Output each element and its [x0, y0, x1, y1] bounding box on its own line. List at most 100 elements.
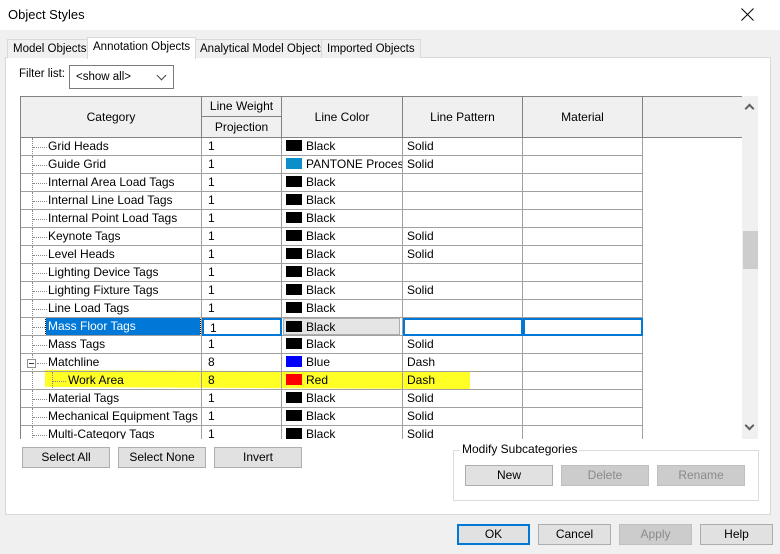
cell-material[interactable] — [523, 138, 643, 156]
cell-line-weight[interactable]: 8 — [202, 372, 282, 390]
cell-material[interactable] — [523, 426, 643, 439]
cell-line-weight[interactable]: 1 — [202, 246, 282, 264]
cell-category[interactable]: Level Heads — [21, 246, 202, 264]
header-projection[interactable]: Projection — [202, 117, 282, 138]
cell-material[interactable] — [523, 174, 643, 192]
cell-category[interactable]: Guide Grid — [21, 156, 202, 174]
cell-line-pattern[interactable]: Solid — [403, 138, 523, 156]
cell-category[interactable]: Lighting Fixture Tags — [21, 282, 202, 300]
cell-line-color[interactable]: Black — [282, 336, 403, 354]
header-line-color[interactable]: Line Color — [282, 97, 403, 138]
cell-material[interactable] — [523, 264, 643, 282]
cell-line-pattern[interactable]: Solid — [403, 390, 523, 408]
table-row[interactable]: Line Load Tags 1 Black — [21, 300, 643, 318]
cell-line-weight[interactable]: 1 — [202, 300, 282, 318]
table-row[interactable]: Lighting Fixture Tags 1 Black Solid — [21, 282, 643, 300]
cell-material[interactable] — [523, 372, 643, 390]
cell-line-pattern[interactable]: Solid — [403, 408, 523, 426]
cell-line-color[interactable]: Black — [282, 408, 403, 426]
cell-line-weight[interactable]: 1 — [202, 192, 282, 210]
cell-line-color[interactable]: PANTONE Process — [282, 156, 403, 174]
cell-category[interactable]: Internal Area Load Tags — [21, 174, 202, 192]
cell-material[interactable] — [523, 156, 643, 174]
select-all-button[interactable]: Select All — [22, 447, 110, 468]
cell-line-weight[interactable]: 1 — [202, 228, 282, 246]
table-row[interactable]: Work Area 8 Red Dash — [21, 372, 643, 390]
cell-category[interactable]: Internal Point Load Tags — [21, 210, 202, 228]
cell-line-pattern[interactable] — [403, 264, 523, 282]
rename-subcategory-button[interactable]: Rename — [657, 465, 745, 486]
cell-line-color[interactable]: Black — [282, 138, 403, 156]
table-row[interactable]: Mass Floor Tags 1 Black — [21, 318, 643, 336]
cell-line-pattern[interactable]: Solid — [403, 246, 523, 264]
table-row[interactable]: Internal Line Load Tags 1 Black — [21, 192, 643, 210]
cell-line-weight[interactable]: 1 — [202, 282, 282, 300]
cell-line-pattern[interactable] — [403, 300, 523, 318]
invert-button[interactable]: Invert — [214, 447, 302, 468]
cell-line-color[interactable]: Black — [282, 174, 403, 192]
cell-line-weight[interactable]: 1 — [202, 156, 282, 174]
cell-line-weight[interactable]: 1 — [202, 174, 282, 192]
cell-line-weight[interactable]: 1 — [202, 318, 282, 336]
cell-category[interactable]: Multi-Category Tags — [21, 426, 202, 439]
new-subcategory-button[interactable]: New — [465, 465, 553, 486]
cell-material[interactable] — [523, 246, 643, 264]
cell-material[interactable] — [523, 354, 643, 372]
cell-line-weight[interactable]: 1 — [202, 336, 282, 354]
cell-line-pattern[interactable]: Dash — [403, 372, 523, 390]
cell-line-pattern[interactable] — [403, 210, 523, 228]
table-row[interactable]: Mass Tags 1 Black Solid — [21, 336, 643, 354]
cell-category[interactable]: Keynote Tags — [21, 228, 202, 246]
delete-subcategory-button[interactable]: Delete — [561, 465, 649, 486]
cell-line-pattern[interactable] — [403, 174, 523, 192]
header-category[interactable]: Category — [21, 97, 202, 138]
ok-button[interactable]: OK — [457, 524, 530, 545]
table-row[interactable]: Keynote Tags 1 Black Solid — [21, 228, 643, 246]
scroll-thumb[interactable] — [743, 231, 758, 269]
cell-line-pattern[interactable]: Solid — [403, 426, 523, 439]
cell-line-pattern[interactable]: Solid — [403, 228, 523, 246]
cell-category[interactable]: Line Load Tags — [21, 300, 202, 318]
cell-line-color[interactable]: Red — [282, 372, 403, 390]
select-none-button[interactable]: Select None — [118, 447, 206, 468]
table-row[interactable]: Internal Area Load Tags 1 Black — [21, 174, 643, 192]
cell-line-pattern[interactable] — [403, 192, 523, 210]
cancel-button[interactable]: Cancel — [538, 524, 611, 545]
cell-line-color[interactable]: Black — [282, 192, 403, 210]
cell-line-color[interactable]: Black — [282, 390, 403, 408]
table-row[interactable]: Matchline 8 Blue Dash — [21, 354, 643, 372]
cell-line-color[interactable]: Black — [282, 300, 403, 318]
header-line-pattern[interactable]: Line Pattern — [403, 97, 523, 138]
cell-line-pattern[interactable] — [403, 318, 523, 336]
cell-line-weight[interactable]: 8 — [202, 354, 282, 372]
grid-vertical-scrollbar[interactable] — [742, 96, 758, 439]
cell-category[interactable]: Mechanical Equipment Tags — [21, 408, 202, 426]
table-row[interactable]: Grid Heads 1 Black Solid — [21, 138, 643, 156]
cell-line-weight[interactable]: 1 — [202, 138, 282, 156]
cell-material[interactable] — [523, 408, 643, 426]
table-row[interactable]: Guide Grid 1 PANTONE Process Solid — [21, 156, 643, 174]
tab-imported-objects[interactable]: Imported Objects — [321, 39, 421, 58]
cell-material[interactable] — [523, 228, 643, 246]
cell-material[interactable] — [523, 300, 643, 318]
cell-line-pattern[interactable]: Dash — [403, 354, 523, 372]
cell-line-color[interactable]: Blue — [282, 354, 403, 372]
scroll-up-icon[interactable] — [744, 103, 755, 114]
tab-model-objects[interactable]: Model Objects — [7, 39, 93, 58]
cell-material[interactable] — [523, 210, 643, 228]
cell-line-color[interactable]: Black — [282, 246, 403, 264]
help-button[interactable]: Help — [700, 524, 773, 545]
line-color-button[interactable]: Black — [283, 318, 400, 335]
cell-line-weight[interactable]: 1 — [202, 264, 282, 282]
cell-line-color[interactable]: Black — [282, 426, 403, 439]
collapse-icon[interactable] — [27, 359, 36, 368]
cell-material[interactable] — [523, 282, 643, 300]
table-row[interactable]: Material Tags 1 Black Solid — [21, 390, 643, 408]
tab-analytical-model-objects[interactable]: Analytical Model Objects — [194, 39, 332, 58]
cell-category[interactable]: Material Tags — [21, 390, 202, 408]
filter-list-dropdown[interactable]: <show all> — [69, 65, 174, 89]
table-row[interactable]: Level Heads 1 Black Solid — [21, 246, 643, 264]
cell-line-weight[interactable]: 1 — [202, 210, 282, 228]
cell-line-color[interactable]: Black — [282, 210, 403, 228]
cell-category[interactable]: Mass Tags — [21, 336, 202, 354]
